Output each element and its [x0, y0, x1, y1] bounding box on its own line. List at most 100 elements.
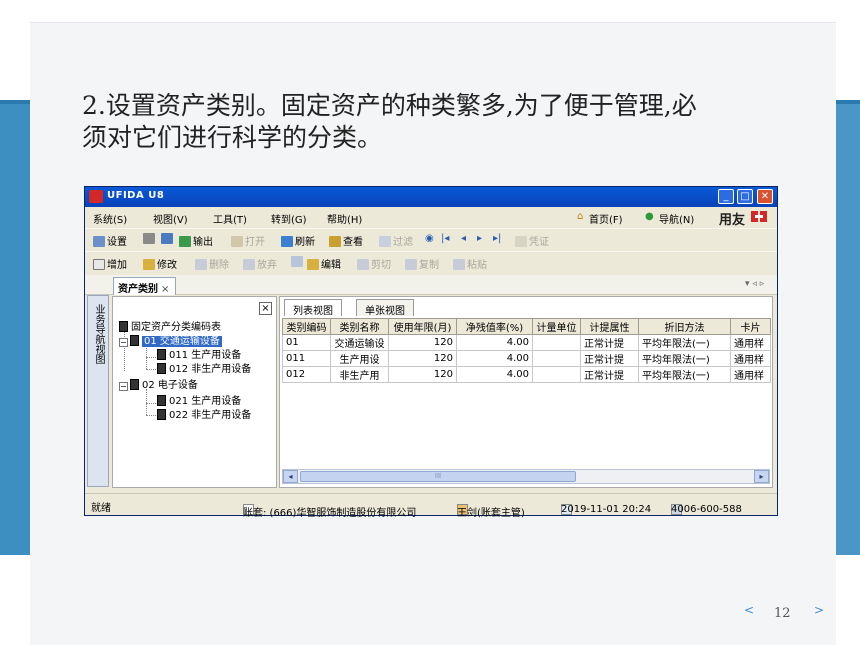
open-button[interactable]: 打开 — [231, 233, 265, 248]
cell-unit[interactable] — [532, 366, 581, 383]
menu-help[interactable]: 帮助(H) — [327, 211, 362, 226]
title-bar: UFIDA U8 _ □ ✕ — [85, 187, 777, 207]
tree-node-01[interactable]: −01 交通运输设备 — [119, 335, 222, 348]
modify-icon — [143, 259, 155, 270]
column-header[interactable]: 计提属性 — [580, 318, 639, 335]
copy-button[interactable]: 复制 — [405, 256, 439, 271]
cell-life[interactable]: 120 — [388, 334, 457, 351]
export-button[interactable]: 输出 — [179, 233, 213, 248]
column-header[interactable]: 类别名称 — [330, 318, 389, 335]
menu-view[interactable]: 视图(V) — [153, 211, 188, 226]
menu-tools[interactable]: 工具(T) — [213, 211, 247, 226]
cell-accrual[interactable]: 正常计提 — [580, 334, 639, 351]
save-icon[interactable] — [291, 256, 305, 268]
column-header[interactable]: 类别编码 — [282, 318, 331, 335]
cell-card[interactable]: 通用样 — [730, 366, 771, 383]
maximize-button[interactable]: □ — [737, 189, 753, 204]
table-row[interactable]: 01 交通运输设 120 4.00 正常计提 平均年限法(一) 通用样 — [282, 334, 771, 351]
edit-button[interactable]: 编辑 — [307, 256, 341, 271]
cell-code[interactable]: 012 — [282, 366, 331, 383]
tree-root[interactable]: 固定资产分类编码表 — [119, 321, 221, 334]
cell-life[interactable]: 120 — [388, 366, 457, 383]
cell-method[interactable]: 平均年限法(一) — [638, 350, 731, 367]
leaf-icon — [157, 395, 166, 406]
voucher-icon — [515, 236, 527, 247]
cell-method[interactable]: 平均年限法(一) — [638, 366, 731, 383]
tab-nav-arrows[interactable]: ▾ ◃ ▹ — [745, 279, 764, 289]
cell-accrual[interactable]: 正常计提 — [580, 350, 639, 367]
tree-node-022[interactable]: 022 非生产用设备 — [157, 409, 251, 422]
cell-life[interactable]: 120 — [388, 350, 457, 367]
home-icon[interactable]: ⌂ — [577, 211, 583, 222]
delete-button[interactable]: 删除 — [195, 256, 229, 271]
minimize-button[interactable]: _ — [718, 189, 734, 204]
tree-node-02[interactable]: −02 电子设备 — [119, 379, 198, 392]
tab-close-icon[interactable]: × — [161, 284, 169, 295]
close-button[interactable]: ✕ — [757, 189, 773, 204]
horizontal-scrollbar[interactable]: ◂ III ▸ — [282, 469, 770, 484]
menu-navigation[interactable]: 导航(N) — [659, 211, 694, 226]
collapse-icon[interactable]: − — [119, 382, 128, 391]
cut-button[interactable]: 剪切 — [357, 256, 391, 271]
menu-system[interactable]: 系统(S) — [93, 211, 127, 226]
settings-button[interactable]: 设置 — [93, 233, 127, 248]
cell-name[interactable]: 生产用设 — [330, 350, 389, 367]
refresh-button[interactable]: 刷新 — [281, 233, 315, 248]
help-icon[interactable]: ◉ — [425, 233, 434, 244]
toolbar-edit: 增加 修改 删除 放弃 编辑 剪切 复制 粘贴 — [85, 251, 777, 273]
cell-card[interactable]: 通用样 — [730, 334, 771, 351]
tab-card-view[interactable]: 单张视图 — [356, 299, 414, 317]
paste-button[interactable]: 粘贴 — [453, 256, 487, 271]
heading-line-1: 2.设置资产类别。固定资产的种类繁多,为了便于管理,必 — [82, 91, 697, 120]
modify-button[interactable]: 修改 — [143, 256, 177, 271]
tab-asset-category[interactable]: 资产类别 × — [113, 277, 177, 295]
first-record-icon[interactable]: |◂ — [441, 233, 449, 244]
cell-code[interactable]: 011 — [282, 350, 331, 367]
scroll-right-icon[interactable]: ▸ — [754, 470, 769, 483]
table-row[interactable]: 011 生产用设 120 4.00 正常计提 平均年限法(一) 通用样 — [282, 350, 771, 367]
navigation-icon[interactable]: ● — [645, 211, 654, 222]
cell-residual-rate[interactable]: 4.00 — [456, 366, 533, 383]
tree-node-012[interactable]: 012 非生产用设备 — [157, 363, 251, 376]
abandon-button[interactable]: 放弃 — [243, 256, 277, 271]
cell-method[interactable]: 平均年限法(一) — [638, 334, 731, 351]
cell-code[interactable]: 01 — [282, 334, 331, 351]
column-header[interactable]: 净残值率(%) — [456, 318, 533, 335]
cell-residual-rate[interactable]: 4.00 — [456, 334, 533, 351]
business-navigation-sidebar[interactable]: 业务导航视图 — [87, 295, 109, 487]
prev-page-icon[interactable]: < — [744, 603, 754, 617]
print-icon[interactable] — [143, 233, 157, 245]
column-header[interactable]: 折旧方法 — [638, 318, 731, 335]
cell-name[interactable]: 非生产用 — [330, 366, 389, 383]
column-header[interactable]: 卡片 — [730, 318, 771, 335]
next-record-icon[interactable]: ▸ — [477, 233, 482, 244]
cell-unit[interactable] — [532, 334, 581, 351]
scroll-left-icon[interactable]: ◂ — [283, 470, 298, 483]
menu-home[interactable]: 首页(F) — [589, 211, 623, 226]
cell-residual-rate[interactable]: 4.00 — [456, 350, 533, 367]
prev-record-icon[interactable]: ◂ — [461, 233, 466, 244]
last-record-icon[interactable]: ▸| — [493, 233, 501, 244]
tab-list-view[interactable]: 列表视图 — [284, 299, 342, 317]
tree-node-021[interactable]: 021 生产用设备 — [157, 395, 241, 408]
column-header[interactable]: 使用年限(月) — [388, 318, 457, 335]
collapse-icon[interactable]: − — [119, 338, 128, 347]
cell-card[interactable]: 通用样 — [730, 350, 771, 367]
scrollbar-thumb[interactable]: III — [300, 471, 576, 482]
cell-name[interactable]: 交通运输设 — [330, 334, 389, 351]
preview-icon[interactable] — [161, 233, 175, 245]
add-icon — [93, 259, 105, 270]
filter-button[interactable]: 过滤 — [379, 233, 413, 248]
menu-goto[interactable]: 转到(G) — [271, 211, 307, 226]
status-bar: 就绪 账套: (666)华智服饰制造股份有限公司 王剑(账套主管) 2019-1… — [85, 493, 777, 519]
table-row[interactable]: 012 非生产用 120 4.00 正常计提 平均年限法(一) 通用样 — [282, 366, 771, 383]
cell-unit[interactable] — [532, 350, 581, 367]
next-page-icon[interactable]: > — [814, 603, 824, 617]
tree-node-011[interactable]: 011 生产用设备 — [157, 349, 241, 362]
add-button[interactable]: 增加 — [93, 256, 127, 271]
tree-close-button[interactable]: × — [259, 302, 272, 315]
voucher-button[interactable]: 凭证 — [515, 233, 549, 248]
cell-accrual[interactable]: 正常计提 — [580, 366, 639, 383]
view-button[interactable]: 查看 — [329, 233, 363, 248]
column-header[interactable]: 计量单位 — [532, 318, 581, 335]
